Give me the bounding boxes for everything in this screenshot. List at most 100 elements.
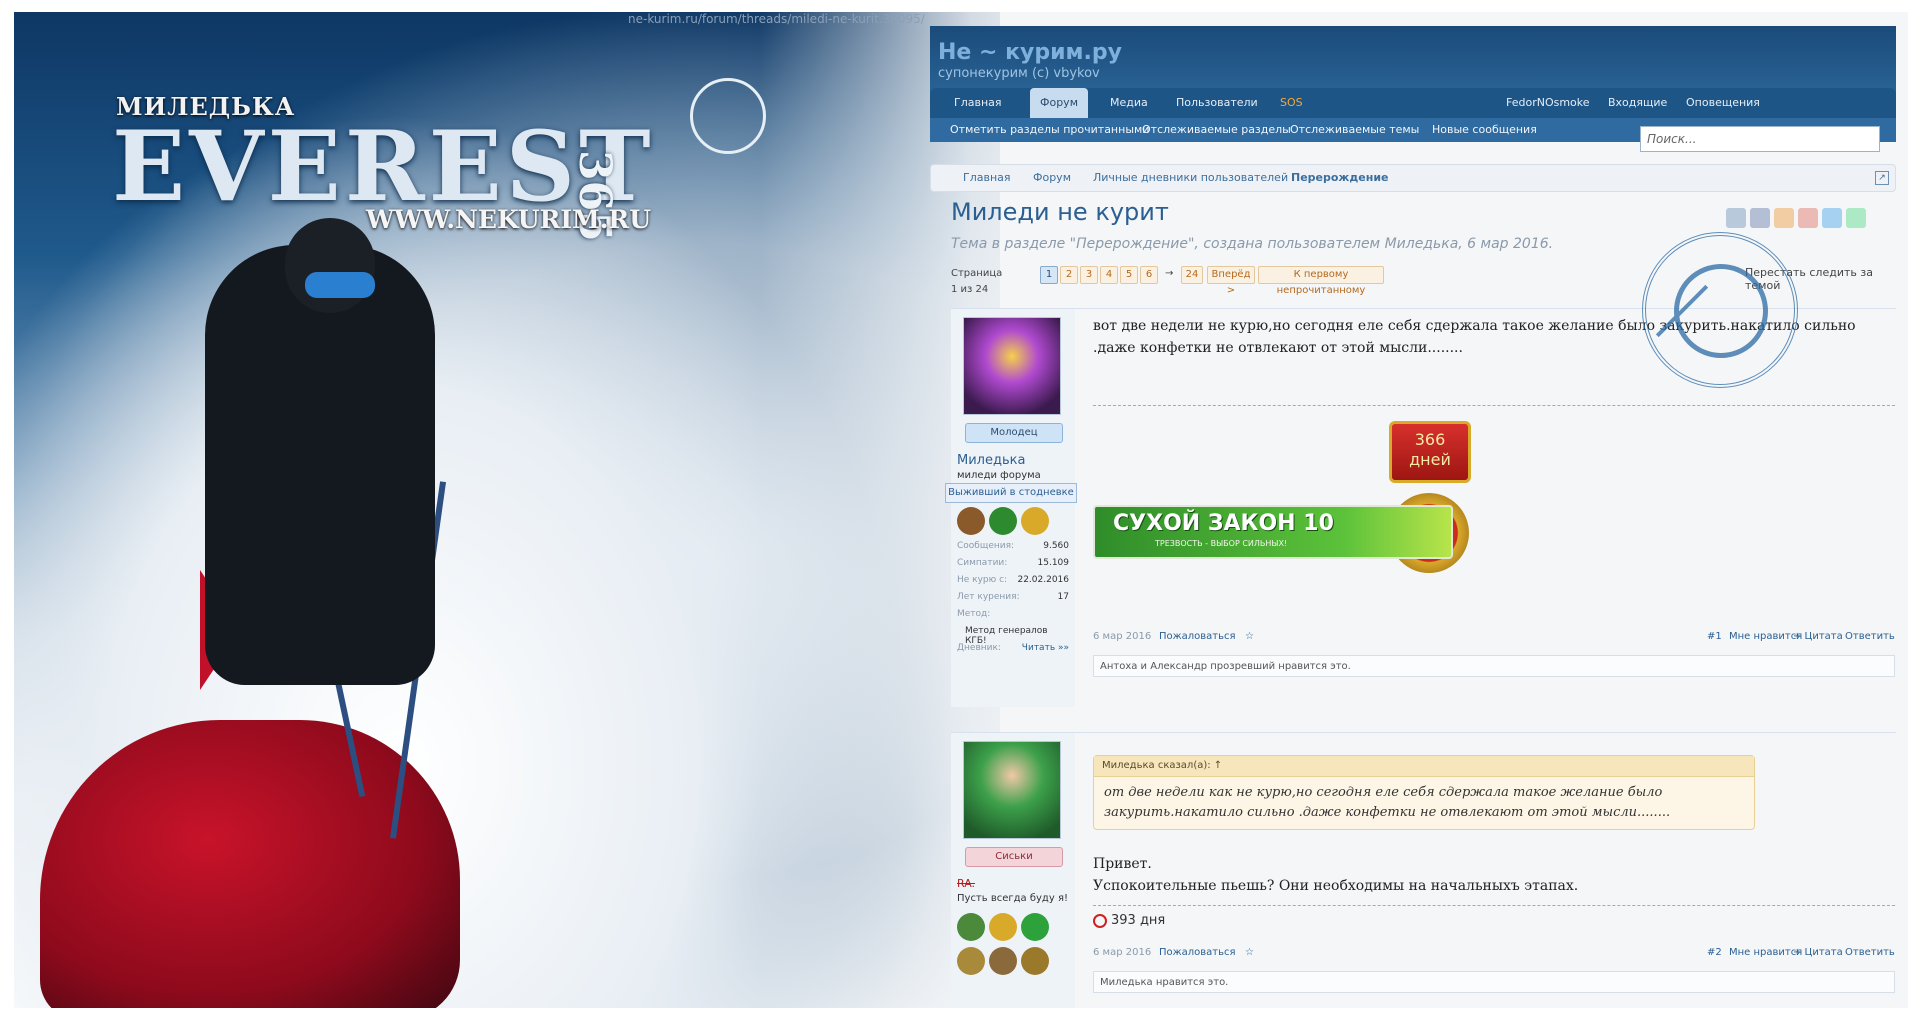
crumb-forum[interactable]: Форум [1033,165,1071,191]
award-icon [989,947,1017,975]
vk-share-icon[interactable] [1726,208,1746,228]
page-link[interactable]: 4 [1100,266,1118,284]
user-info: Молодец Миледька миледи форума Выживший … [945,309,1077,707]
breadcrumb: Главная Форум Личные дневники пользовате… [930,164,1896,192]
post-date[interactable]: 6 мар 2016 [1093,947,1151,958]
reply-button[interactable]: Ответить [1845,631,1895,642]
subnav-watched-threads[interactable]: Отслеживаемые темы [1290,118,1419,142]
award-icon [957,947,985,975]
page-arrow: → [1165,268,1174,279]
climber-head-image [285,218,375,313]
nav-users[interactable]: Пользователи [1166,88,1268,118]
award-icon [989,507,1017,535]
subnav-new-posts[interactable]: Новые сообщения [1432,118,1537,142]
facebook-share-icon[interactable] [1750,208,1770,228]
site-header: Не ~ курим.ру супонекурим (с) vbykov [930,26,1896,96]
user-status-badge: Выживший в стодневке [945,483,1077,503]
quote-button[interactable]: + Цитата [1793,947,1843,958]
watermark-stamp [1642,232,1798,388]
signature-divider [1093,905,1895,906]
likes-summary: Антоха и Александр прозревший нравится э… [1093,655,1895,677]
main-navbar: Главная Форум Медиа Пользователи SOS Fed… [930,88,1896,118]
first-unread-button[interactable]: К первому непрочитанному [1258,266,1384,296]
username-link[interactable]: RA. [957,877,975,890]
medal-366-days: 366 дней [1389,421,1471,483]
forum-page: Не ~ курим.ру супонекурим (с) vbykov Гла… [930,26,1896,1017]
browser-url-bar[interactable]: ne-kurim.ru/forum/threads/miledi-ne-kuri… [628,12,925,26]
red-backpack-image [40,720,460,1020]
post-date[interactable]: 6 мар 2016 [1093,631,1151,642]
gplus-share-icon[interactable] [1798,208,1818,228]
nav-sos[interactable]: SOS [1270,88,1313,118]
award-icon [957,913,985,941]
page-label: Страница 1 из 24 [951,268,1003,295]
star-icon[interactable]: ☆ [1245,947,1254,958]
thread-title: Миледи не курит [951,198,1169,226]
mail-share-icon[interactable] [1822,208,1842,228]
medal-icon [989,913,1017,941]
quote-button[interactable]: + Цитата [1793,631,1843,642]
star-icon[interactable]: ☆ [1245,631,1254,642]
ok-share-icon[interactable] [1774,208,1794,228]
avatar[interactable] [963,741,1061,839]
nav-forum[interactable]: Форум [1030,88,1088,118]
quit-counter: 393 дня [1093,913,1165,928]
goggles-image [305,272,375,298]
dry-law-banner[interactable]: СУХОЙ ЗАКОН 10 ТРЕЗВОСТЬ - ВЫБОР СИЛЬНЫХ… [1093,505,1453,559]
user-stats: Сообщения: 9.560 Симпатии: 15.109 Не курю … [957,541,1069,660]
page-link[interactable]: 6 [1140,266,1158,284]
medal-icon [1021,507,1049,535]
site-logo[interactable]: Не ~ курим.ру [938,40,1122,65]
no-smoking-emblem-icon [690,78,766,154]
crumb-diaries[interactable]: Личные дневники пользователей [1093,165,1288,191]
post-number[interactable]: #2 [1707,947,1722,958]
crumb-home[interactable]: Главная [963,165,1011,191]
nav-alerts[interactable]: Оповещения [1676,88,1770,118]
diary-link[interactable]: Читать »» [1022,643,1069,653]
username-link[interactable]: Миледька [957,453,1025,468]
quote-text: от две недели как не курю,но сегодня еле… [1104,785,1671,820]
stat-value: 22.02.2016 [1017,575,1069,585]
quote-block: Миледька сказал(а): ↑ от две недели как … [1093,755,1755,830]
stat-label: Не курю с: [957,575,1008,585]
like-button[interactable]: Мне нравится [1729,947,1802,958]
stat-label: Лет курения: [957,592,1020,602]
stat-label: Метод: [957,609,991,619]
quote-author[interactable]: Миледька сказал(а): ↑ [1094,756,1754,777]
nav-inbox[interactable]: Входящие [1598,88,1677,118]
post-footer: 6 мар 2016 Пожаловаться ☆ #2 Мне нравитс… [1093,947,1895,965]
page-link[interactable]: 1 [1040,266,1058,284]
external-link-icon[interactable]: ↗ [1875,171,1889,185]
page-link[interactable]: 5 [1120,266,1138,284]
nav-media[interactable]: Медиа [1100,88,1158,118]
site-tagline: супонекурим (с) vbykov [938,66,1100,81]
report-link[interactable]: Пожаловаться [1159,947,1236,958]
nav-home[interactable]: Главная [944,88,1012,118]
stat-value: 17 [1057,592,1069,602]
nav-username[interactable]: FedorNOsmoke [1496,88,1600,118]
page-link[interactable]: 2 [1060,266,1078,284]
post-message-line: Привет. [1093,856,1152,872]
page-link-last[interactable]: 24 [1181,266,1203,284]
user-title: миледи форума [957,470,1041,481]
post-message-line: Успокоительные пьешь? Они необходимы на … [1093,878,1579,894]
page-link[interactable]: 3 [1080,266,1098,284]
page-next-button[interactable]: Вперёд > [1207,266,1255,296]
banner-subtitle: ТРЕЗВОСТЬ - ВЫБОР СИЛЬНЫХ! [1155,539,1288,548]
search-input[interactable]: Поиск... [1640,126,1880,152]
report-link[interactable]: Пожаловаться [1159,631,1236,642]
crumb-rebirth[interactable]: Перерождение [1291,165,1389,191]
thread-meta: Тема в разделе "Перерождение", создана п… [951,236,1554,252]
banner-url: WWW.NEKURIM.RU [366,205,652,234]
subnav-mark-read[interactable]: Отметить разделы прочитанными [950,118,1149,142]
like-button[interactable]: Мне нравится [1729,631,1802,642]
reply-button[interactable]: Ответить [1845,947,1895,958]
post-number[interactable]: #1 [1707,631,1722,642]
frame-edge [0,0,1920,12]
subnav-watched-forums[interactable]: Отслеживаемые разделы [1142,118,1291,142]
signature-divider [1093,405,1895,406]
avatar[interactable] [963,317,1061,415]
post-footer: 6 мар 2016 Пожаловаться ☆ #1 Мне нравитс… [1093,631,1895,649]
whatsapp-share-icon[interactable] [1846,208,1866,228]
stat-label: Симпатии: [957,558,1008,568]
